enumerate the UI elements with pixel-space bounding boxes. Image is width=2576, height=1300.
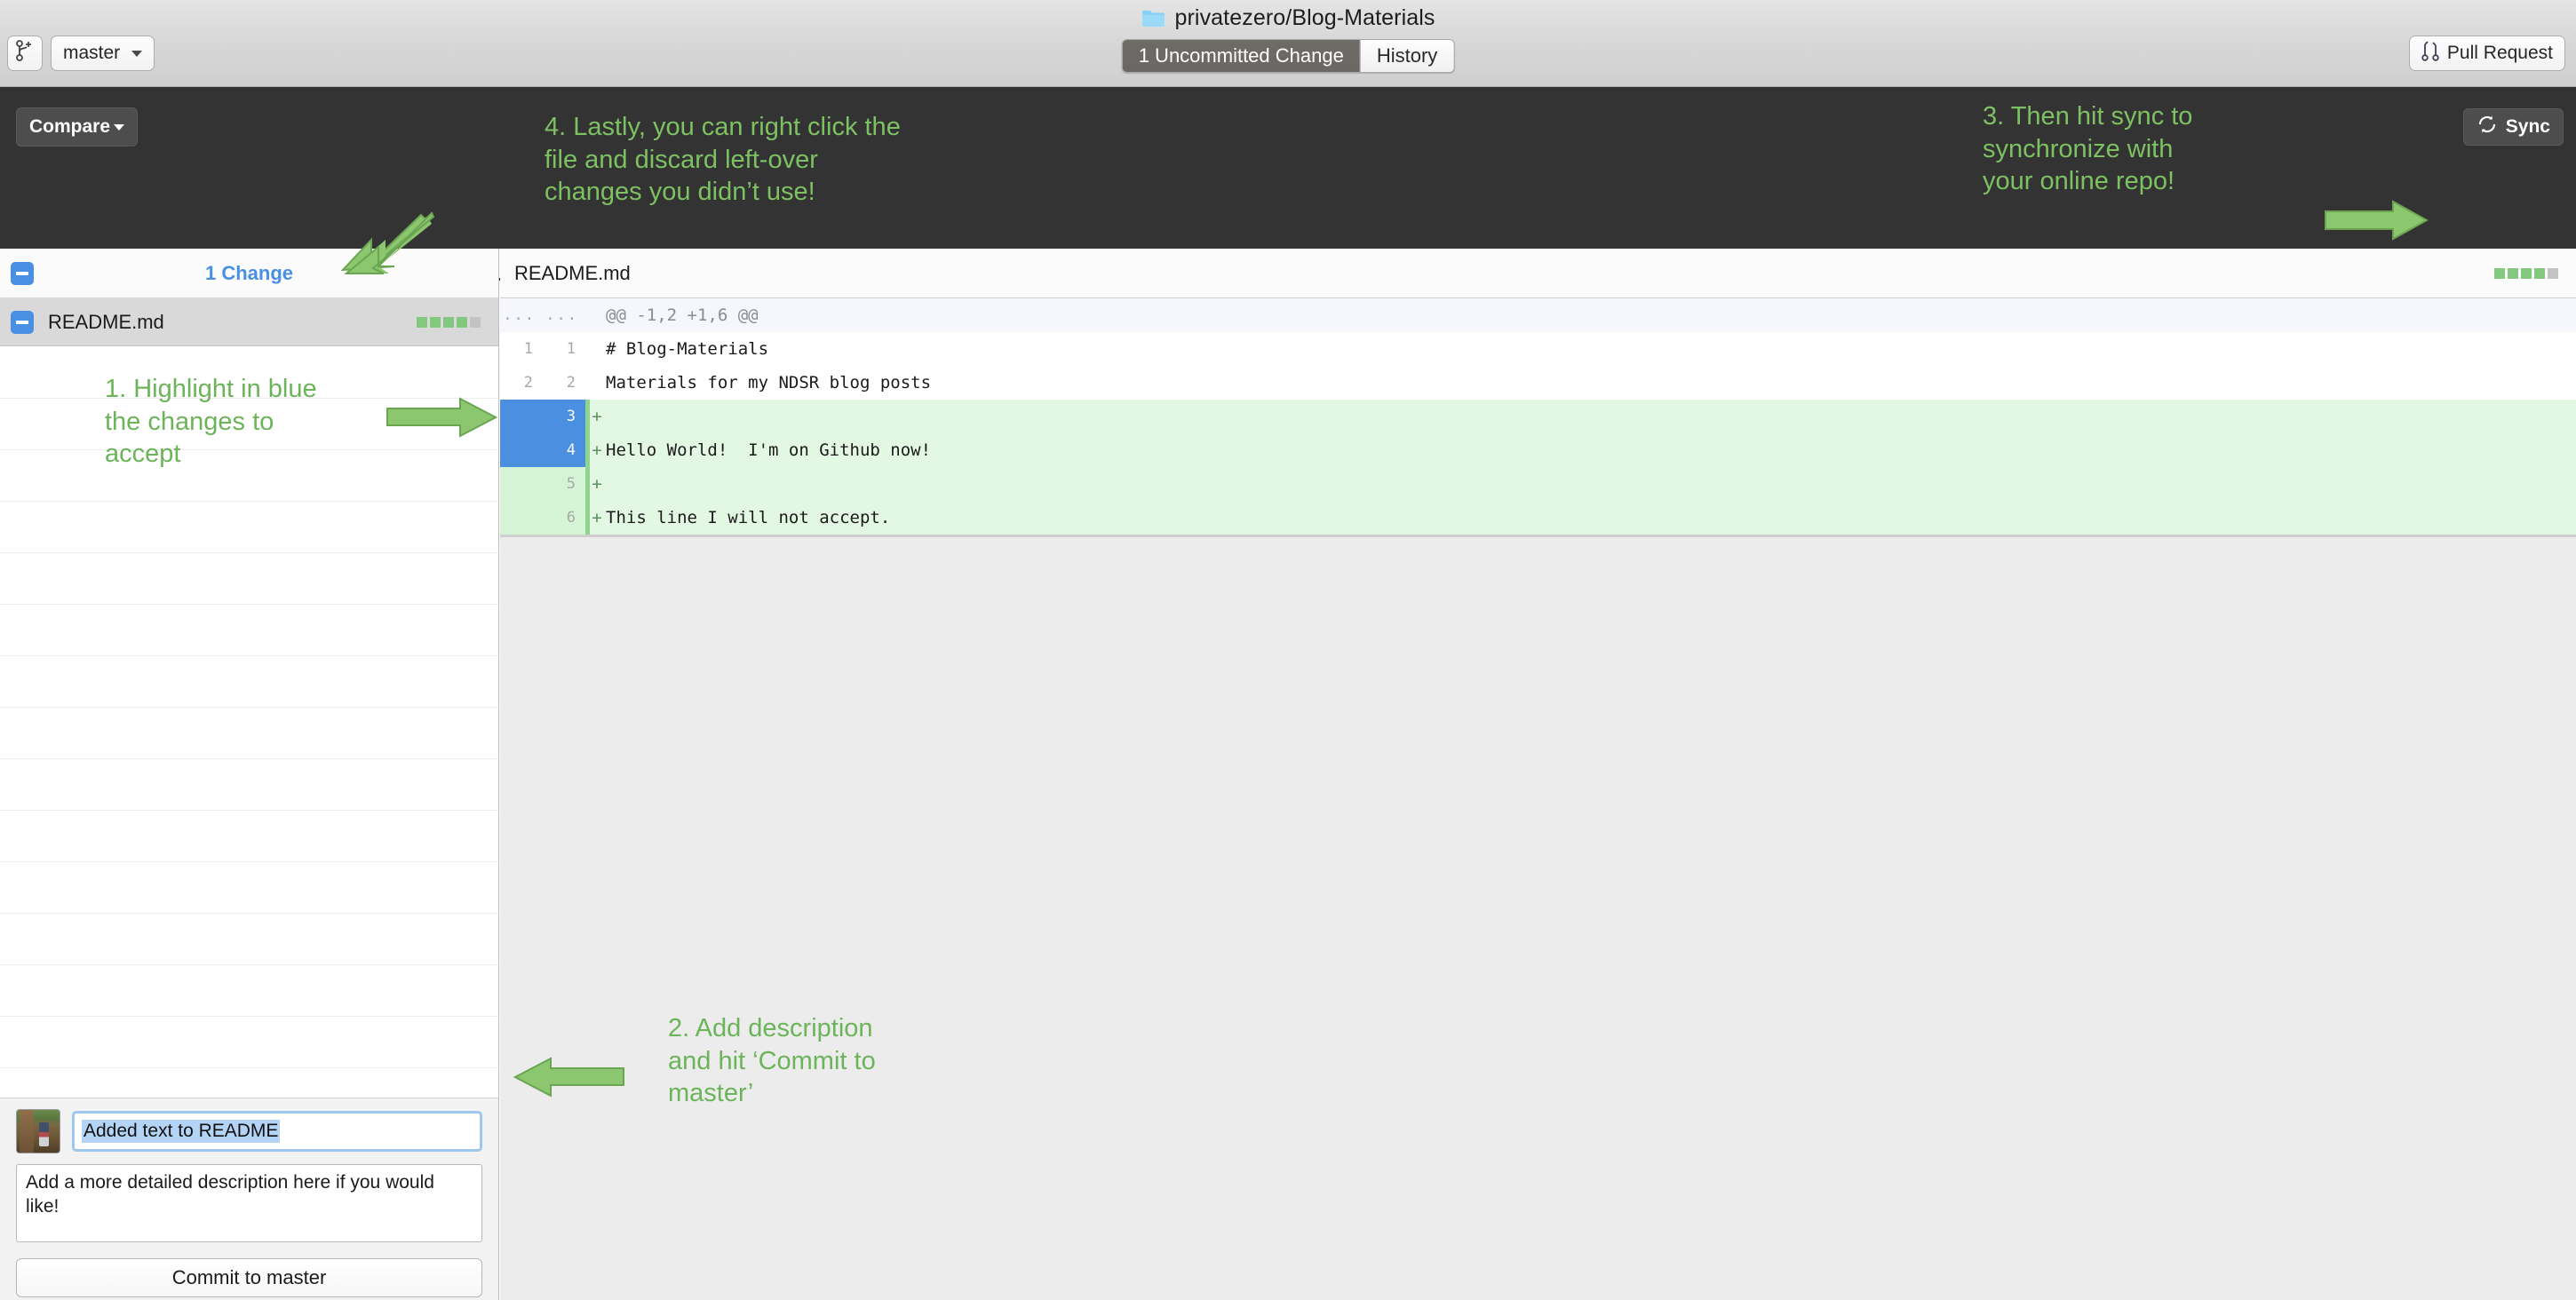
diff-bottom-divider — [500, 535, 2576, 537]
new-line-number: 2 — [543, 366, 585, 400]
list-item — [0, 965, 498, 1017]
folder-icon — [1141, 9, 1165, 28]
diff-line-text: Hello World! I'm on Github now! — [604, 440, 2576, 460]
compare-label: Compare — [29, 116, 110, 138]
list-item — [0, 811, 498, 862]
list-item — [0, 347, 498, 399]
new-line-number: 6 — [543, 501, 585, 535]
title-bar: privatezero/Blog-Materials master — [0, 0, 2576, 87]
list-item — [0, 914, 498, 965]
changed-file-row[interactable]: README.md — [0, 298, 498, 346]
diff-marker — [585, 332, 590, 366]
new-line-number: 3 — [543, 400, 585, 433]
branch-selector-label: master — [63, 43, 120, 64]
repository-name: privatezero/Blog-Materials — [1175, 5, 1435, 31]
diff-line-added[interactable]: 5 + — [500, 467, 2576, 501]
changes-sidebar: 1 Change README.md — [0, 249, 499, 1300]
checkbox-dash-icon — [16, 272, 28, 275]
branch-selector-button[interactable]: master — [51, 36, 155, 71]
list-item — [0, 502, 498, 553]
new-line-number: ... — [543, 298, 585, 332]
diff-header: README.md — [500, 249, 2576, 298]
commit-description-input[interactable]: Add a more detailed description here if … — [16, 1164, 482, 1242]
file-include-checkbox[interactable] — [11, 311, 34, 334]
chevron-down-icon — [114, 124, 124, 131]
annotation-step-4: 4. Lastly, you can right click the file … — [545, 111, 901, 209]
list-item — [0, 553, 498, 605]
view-tabs: 1 Uncommitted Change History — [1122, 39, 1455, 73]
file-name-label: README.md — [48, 311, 417, 334]
diff-line-added-selected[interactable]: 4 + Hello World! I'm on Github now! — [500, 433, 2576, 467]
diff-line-text: @@ -1,2 +1,6 @@ — [604, 305, 2576, 325]
new-line-number: 5 — [543, 467, 585, 501]
pull-request-label: Pull Request — [2447, 43, 2553, 64]
changes-header: 1 Change — [0, 249, 498, 298]
diff-body: ... ... @@ -1,2 +1,6 @@ 1 1 # Blog-Mater… — [500, 298, 2576, 537]
changes-count-label: 1 Change — [0, 262, 498, 285]
sync-refresh-icon — [2477, 114, 2498, 140]
diff-line-text: # Blog-Materials — [604, 339, 2576, 359]
repository-title: privatezero/Blog-Materials — [0, 2, 2576, 34]
file-stat-bars — [417, 317, 481, 328]
old-line-number: 1 — [500, 332, 543, 366]
diff-sign: + — [590, 407, 604, 426]
arrow-to-sync-button — [2324, 199, 2429, 242]
diff-sign: + — [590, 440, 604, 460]
pull-request-button[interactable]: Pull Request — [2409, 36, 2565, 71]
commit-to-master-button[interactable]: Commit to master — [16, 1258, 482, 1297]
empty-file-list-rows — [0, 347, 498, 1098]
old-line-number — [500, 467, 543, 501]
compare-button[interactable]: Compare — [16, 107, 138, 147]
list-item — [0, 656, 498, 708]
list-item — [0, 862, 498, 914]
tab-uncommitted-changes[interactable]: 1 Uncommitted Change — [1123, 40, 1360, 72]
diff-stat-bars — [2494, 268, 2558, 279]
new-branch-button[interactable] — [7, 36, 43, 71]
old-line-number — [500, 501, 543, 535]
diff-line-text: This line I will not accept. — [604, 508, 2576, 527]
diff-marker — [585, 298, 590, 332]
new-line-number: 4 — [543, 433, 585, 467]
old-line-number — [500, 433, 543, 467]
list-item — [0, 759, 498, 811]
commit-summary-input[interactable]: Added text to README — [72, 1111, 482, 1152]
pull-request-icon — [2421, 40, 2439, 67]
chevron-down-icon — [131, 51, 142, 57]
diff-marker — [585, 366, 590, 400]
commit-summary-row: Added text to README — [16, 1109, 482, 1153]
old-line-number: ... — [500, 298, 543, 332]
list-item — [0, 399, 498, 450]
new-branch-icon — [16, 40, 34, 67]
diff-line-context[interactable]: 2 2 Materials for my NDSR blog posts — [500, 366, 2576, 400]
diff-line-context[interactable]: 1 1 # Blog-Materials — [500, 332, 2576, 366]
diff-line-added[interactable]: 6 + This line I will not accept. — [500, 501, 2576, 535]
new-line-number: 1 — [543, 332, 585, 366]
sync-label: Sync — [2506, 116, 2550, 138]
checkbox-dash-icon — [16, 321, 28, 324]
diff-sign: + — [590, 474, 604, 494]
annotation-step-3: 3. Then hit sync to synchronize with you… — [1983, 100, 2192, 198]
list-item — [0, 605, 498, 656]
select-all-checkbox[interactable] — [11, 262, 34, 285]
diff-pane: README.md ... ... @@ -1,2 +1,6 @@ 1 1 # … — [500, 249, 2576, 1300]
list-item — [0, 450, 498, 502]
diff-line-text: Materials for my NDSR blog posts — [604, 373, 2576, 392]
list-item — [0, 1017, 498, 1068]
compare-toolbar: Compare Sync master 4. Lastly, you can r… — [0, 87, 2576, 249]
diff-file-name: README.md — [514, 262, 631, 285]
old-line-number: 2 — [500, 366, 543, 400]
commit-summary-value: Added text to README — [82, 1120, 280, 1143]
diff-line-added-selected[interactable]: 3 + — [500, 400, 2576, 433]
diff-line-hunk-header[interactable]: ... ... @@ -1,2 +1,6 @@ — [500, 298, 2576, 332]
tab-history[interactable]: History — [1360, 40, 1453, 72]
commit-panel: Added text to README Add a more detailed… — [0, 1098, 498, 1300]
list-item — [0, 708, 498, 759]
avatar — [16, 1109, 60, 1153]
branch-toolbar: master — [7, 36, 155, 71]
old-line-number — [500, 400, 543, 433]
github-desktop-window: privatezero/Blog-Materials master — [0, 0, 2576, 1300]
sync-button[interactable]: Sync — [2463, 108, 2564, 146]
diff-sign: + — [590, 508, 604, 527]
